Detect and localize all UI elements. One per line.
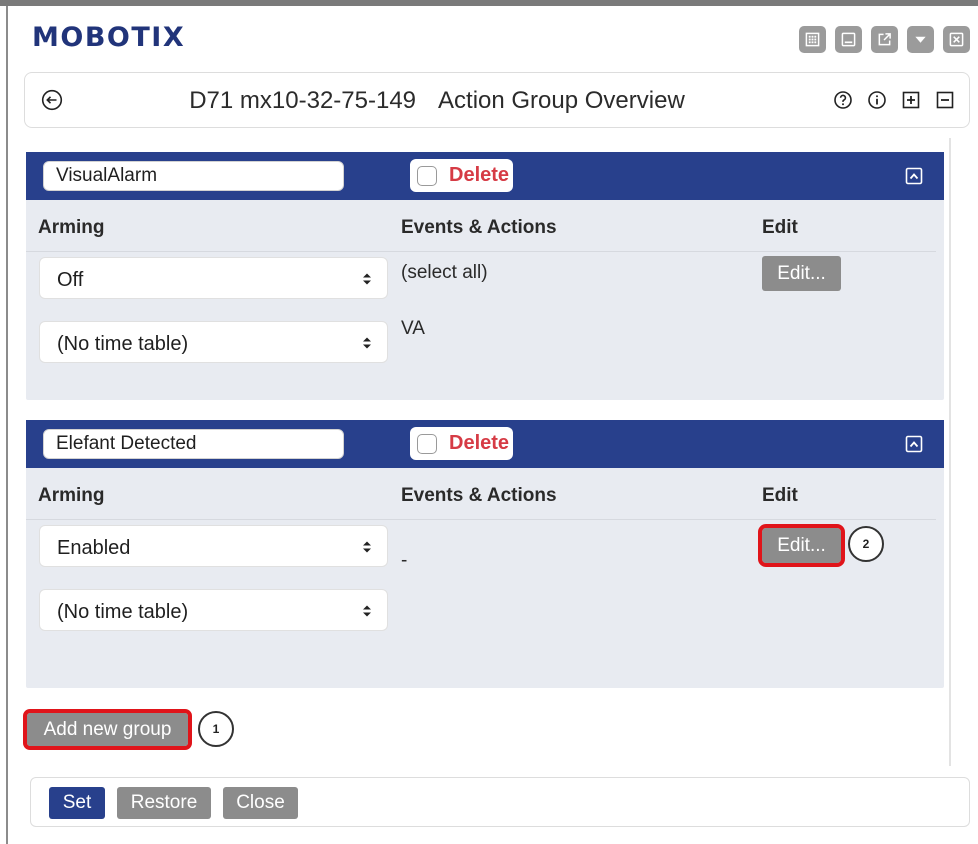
collapse-group-icon[interactable]	[905, 435, 923, 453]
delete-label: Delete	[449, 164, 510, 186]
events-placeholder: -	[401, 550, 408, 571]
camera-name: D71 mx10-32-75-149	[189, 87, 417, 114]
callout-badge-2: 2	[848, 526, 884, 562]
select-arrows-icon	[363, 337, 371, 349]
select-arrows-icon	[363, 273, 371, 285]
arming-select-value: Off	[57, 269, 84, 291]
delete-toggle[interactable]: Delete	[410, 427, 513, 460]
arming-header: Arming	[38, 485, 105, 506]
column-headers: Arming Events & Actions Edit	[26, 200, 936, 252]
edit-header: Edit	[762, 217, 798, 238]
events-select-all[interactable]: (select all)	[401, 262, 488, 284]
page-heading: Action Group Overview	[438, 87, 685, 114]
edit-button[interactable]: Edit...	[758, 524, 845, 567]
arming-select-value: Enabled	[57, 537, 131, 559]
delete-toggle[interactable]: Delete	[410, 159, 513, 192]
set-button[interactable]: Set	[49, 787, 105, 819]
group-name-input[interactable]	[43, 429, 344, 459]
arming-select[interactable]: Off	[39, 257, 388, 299]
help-icon[interactable]	[833, 90, 853, 110]
title-tools	[833, 90, 955, 110]
page-title: D71 mx10-32-75-149 Action Group Overview	[25, 87, 969, 115]
timetable-select-value: (No time table)	[57, 333, 189, 355]
group-name-input[interactable]	[43, 161, 344, 191]
action-group-elefant-detected: Delete Arming Events & Actions Edit Enab…	[26, 420, 944, 688]
footer-bar: Set Restore Close	[30, 777, 970, 827]
popout-icon[interactable]	[871, 26, 898, 53]
action-group-visualalarm: Delete Arming Events & Actions Edit Off …	[26, 152, 944, 400]
window-left-border	[6, 6, 8, 844]
expand-all-icon[interactable]	[901, 90, 921, 110]
arming-select[interactable]: Enabled	[39, 525, 388, 567]
delete-checkbox[interactable]	[417, 433, 437, 454]
title-bar: D71 mx10-32-75-149 Action Group Overview	[24, 72, 970, 128]
info-icon[interactable]	[867, 90, 887, 110]
close-icon[interactable]	[943, 26, 970, 53]
mobotix-logo: MOBOTIX	[32, 22, 186, 53]
group-header: Delete	[26, 152, 944, 200]
add-new-group-button[interactable]: Add new group	[23, 709, 192, 750]
delete-checkbox[interactable]	[417, 165, 437, 186]
close-button[interactable]: Close	[223, 787, 298, 819]
column-headers: Arming Events & Actions Edit	[26, 468, 936, 520]
restore-button[interactable]: Restore	[117, 787, 211, 819]
timetable-select[interactable]: (No time table)	[39, 589, 388, 631]
events-item-va: VA	[401, 318, 425, 339]
collapse-all-icon[interactable]	[935, 90, 955, 110]
timetable-select[interactable]: (No time table)	[39, 321, 388, 363]
window-controls	[799, 26, 970, 53]
grid-icon[interactable]	[799, 26, 826, 53]
group-header: Delete	[26, 420, 944, 468]
edit-header: Edit	[762, 485, 798, 506]
callout-badge-1: 1	[198, 711, 234, 747]
edit-button[interactable]: Edit...	[762, 256, 841, 291]
events-header: Events & Actions	[401, 485, 557, 506]
collapse-group-icon[interactable]	[905, 167, 923, 185]
timetable-select-value: (No time table)	[57, 601, 189, 623]
arming-header: Arming	[38, 217, 105, 238]
events-header: Events & Actions	[401, 217, 557, 238]
window-top-border	[0, 0, 978, 6]
select-arrows-icon	[363, 541, 371, 553]
delete-label: Delete	[449, 432, 510, 454]
select-arrows-icon	[363, 605, 371, 617]
scrollbar[interactable]	[949, 138, 951, 766]
minimize-icon[interactable]	[835, 26, 862, 53]
dropdown-icon[interactable]	[907, 26, 934, 53]
